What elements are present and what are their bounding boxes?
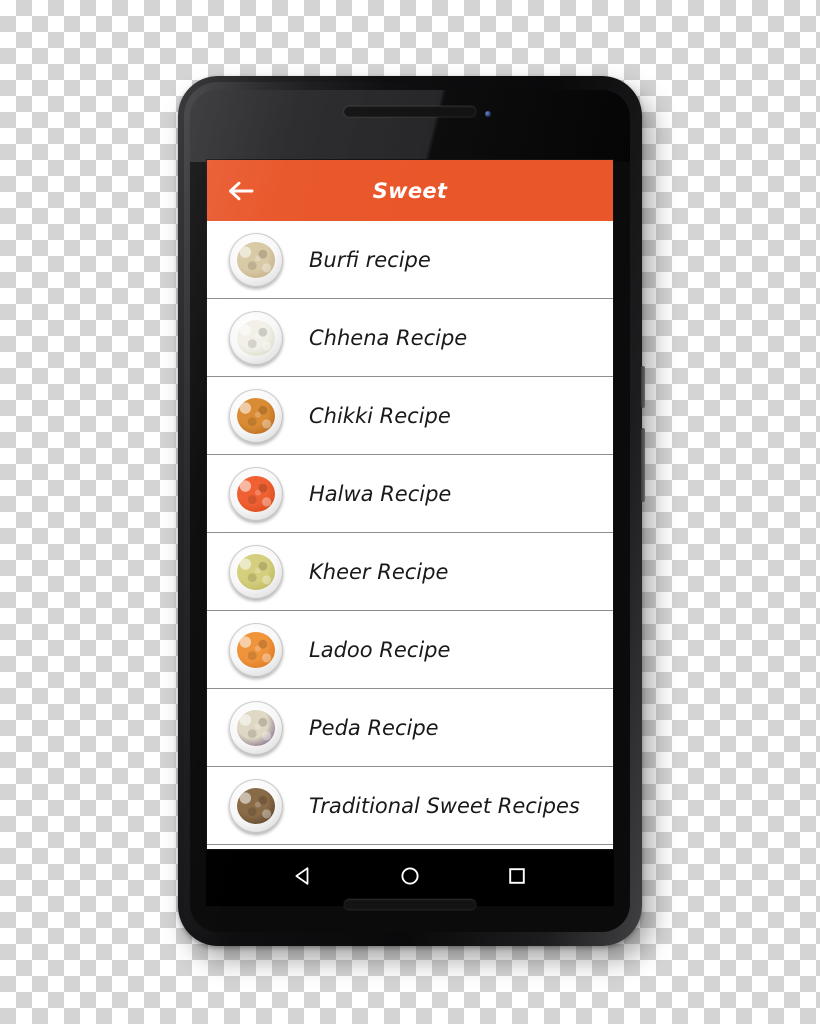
phone-screen-glass: Sweet Burfi recipe Chhena Recipe Chikki Re… [190,90,630,932]
thumbnail-food-fill [237,631,275,668]
nav-back-button[interactable] [280,855,326,901]
traditional-sweet-thumbnail [229,778,283,833]
recipe-list-item[interactable]: Burfi recipe [207,221,613,299]
recipe-list-item[interactable]: Chhena Recipe [207,299,613,377]
thumbnail-food-fill [237,787,275,824]
kheer-thumbnail [229,544,283,599]
recipe-list-item-label: Chhena Recipe [309,325,468,350]
chikki-thumbnail [229,388,283,443]
recipe-list-item-label: Traditional Sweet Recipes [309,793,580,818]
nav-recents-square-icon [507,866,527,890]
android-navigation-bar [206,850,614,906]
nav-home-button[interactable] [387,855,433,901]
recipe-list-item-label: Burfi recipe [309,247,431,272]
recipe-list-item[interactable]: Kheer Recipe [207,533,613,611]
thumbnail-food-fill [237,475,275,512]
back-button[interactable] [221,171,261,211]
chhena-thumbnail [229,310,283,365]
nav-home-circle-icon [400,866,420,890]
recipe-list-item-label: Kheer Recipe [309,559,449,584]
bottom-speaker-grille [344,899,476,910]
ladoo-thumbnail [229,622,283,677]
phone-device-frame: Sweet Burfi recipe Chhena Recipe Chikki Re… [178,76,645,946]
recipe-list-item[interactable]: Chikki Recipe [207,377,613,455]
recipe-list-item-label: Halwa Recipe [309,481,452,506]
volume-rocker-button[interactable] [641,428,645,502]
thumbnail-food-fill [237,709,275,746]
halwa-thumbnail [229,466,283,521]
arrow-left-icon [228,180,254,202]
thumbnail-food-fill [237,319,275,356]
nav-back-triangle-icon [293,866,313,890]
recipe-list-item-label: Ladoo Recipe [309,637,451,662]
recipe-list-item-label: Peda Recipe [309,715,439,740]
nav-recents-button[interactable] [494,855,540,901]
screen-glass-reflection [190,90,630,162]
earpiece-speaker-grille [344,106,476,117]
recipe-list[interactable]: Burfi recipe Chhena Recipe Chikki Recipe Ha… [207,221,613,849]
recipe-list-item[interactable]: Halwa Recipe [207,455,613,533]
burfi-thumbnail [229,232,283,287]
thumbnail-food-fill [237,397,275,434]
app-bar: Sweet [207,160,613,221]
thumbnail-food-fill [237,241,275,278]
recipe-list-item-label: Chikki Recipe [309,403,451,428]
front-camera-icon [485,111,491,117]
power-button[interactable] [641,366,645,408]
thumbnail-food-fill [237,553,275,590]
peda-thumbnail [229,700,283,755]
page-title: Sweet [372,178,448,203]
recipe-list-item[interactable]: Traditional Sweet Recipes [207,767,613,845]
recipe-list-item[interactable]: Ladoo Recipe [207,611,613,689]
recipe-list-item[interactable]: Peda Recipe [207,689,613,767]
app-screen: Sweet Burfi recipe Chhena Recipe Chikki Re… [206,159,614,850]
